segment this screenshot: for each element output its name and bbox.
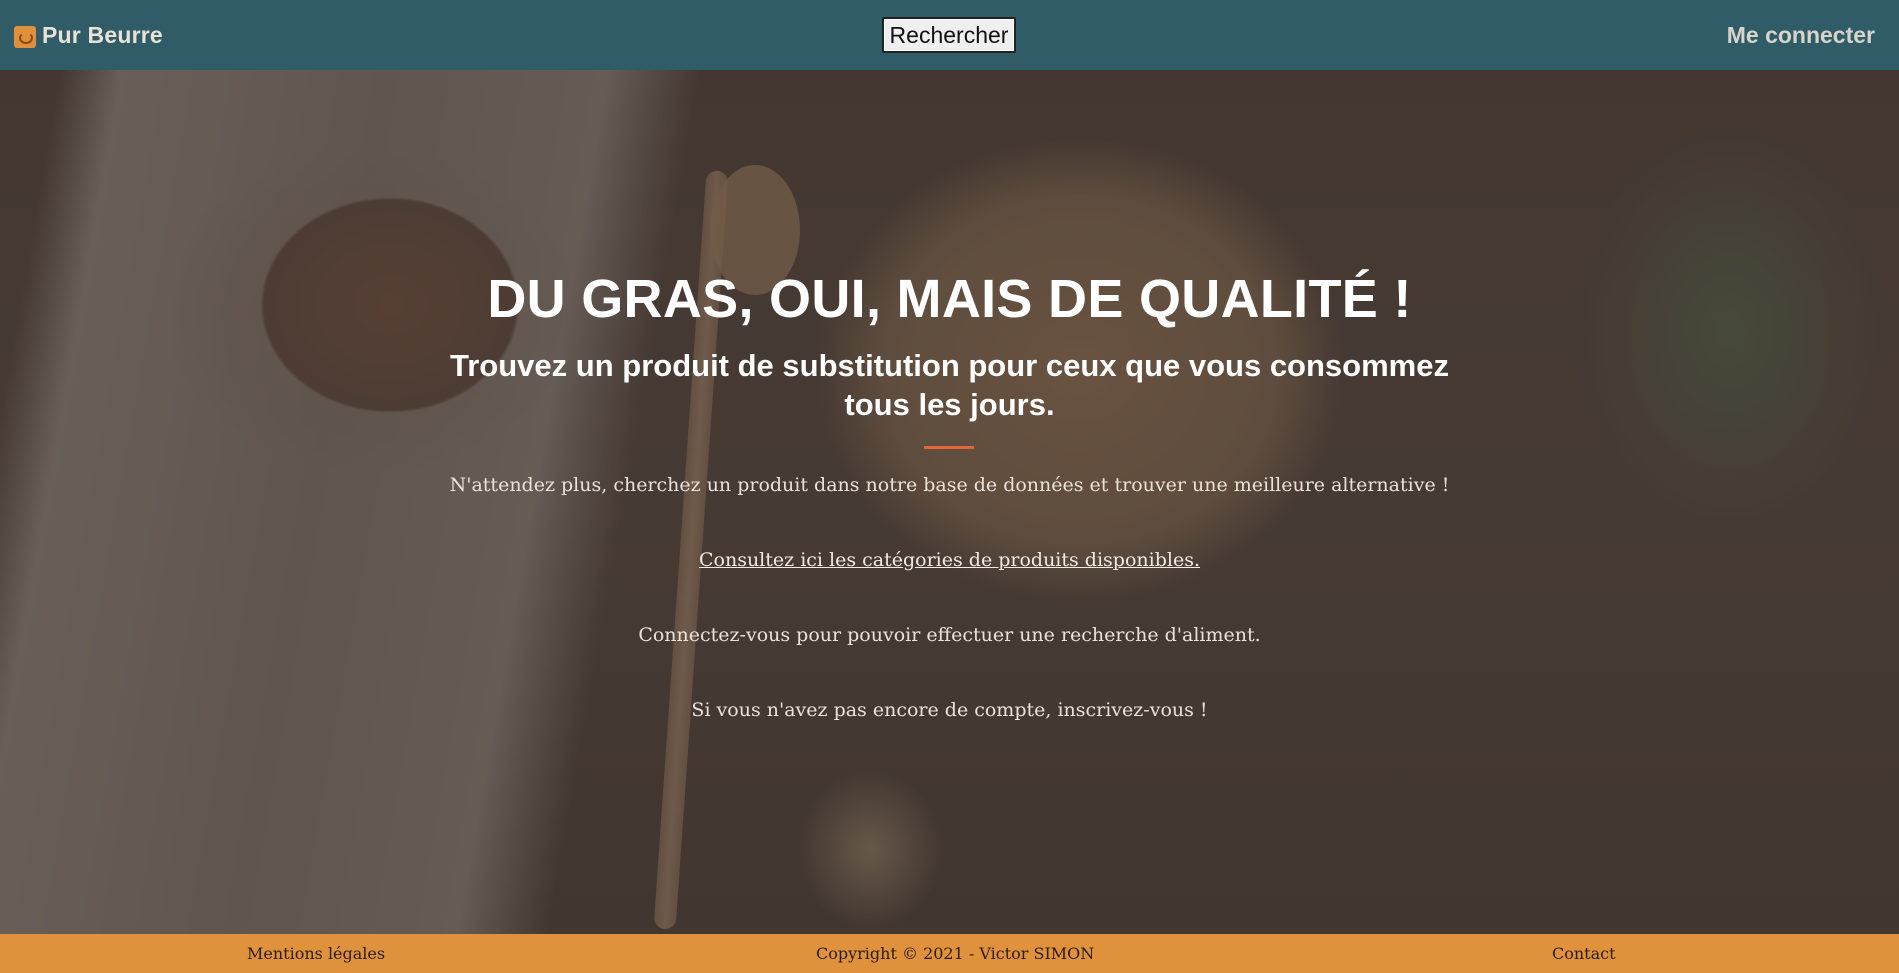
contact-link[interactable]: Contact bbox=[1552, 944, 1616, 963]
legal-notice-link[interactable]: Mentions légales bbox=[247, 944, 385, 963]
footer: Mentions légales Copyright © 2021 - Vict… bbox=[0, 934, 1899, 973]
copyright-text: Copyright © 2021 - Victor SIMON bbox=[816, 944, 1095, 963]
hero-subtitle: Trouvez un produit de substitution pour … bbox=[450, 348, 1449, 422]
carrot-logo-icon bbox=[14, 25, 36, 48]
categories-link[interactable]: Consultez ici les catégories de produits… bbox=[699, 549, 1200, 571]
brand-link[interactable]: Pur Beurre bbox=[14, 0, 163, 70]
brand-name: Pur Beurre bbox=[42, 21, 163, 48]
search-intro-text: N'attendez plus, cherchez un produit dan… bbox=[449, 474, 1450, 496]
hero-divider bbox=[924, 446, 974, 449]
login-prompt-text: Connectez-vous pour pouvoir effectuer un… bbox=[638, 624, 1261, 646]
login-link[interactable]: Me connecter bbox=[1727, 0, 1875, 70]
signup-prompt-text: Si vous n'avez pas encore de compte, ins… bbox=[691, 699, 1208, 721]
categories-paragraph: Consultez ici les catégories de produits… bbox=[0, 549, 1899, 571]
hero-section: DU GRAS, OUI, MAIS DE QUALITÉ ! Trouvez … bbox=[0, 70, 1899, 934]
hero-content: DU GRAS, OUI, MAIS DE QUALITÉ ! Trouvez … bbox=[0, 70, 1899, 934]
navbar: Pur Beurre Rechercher Me connecter bbox=[0, 0, 1899, 70]
search-button[interactable]: Rechercher bbox=[882, 17, 1016, 53]
hero-title: DU GRAS, OUI, MAIS DE QUALITÉ ! bbox=[487, 269, 1412, 329]
